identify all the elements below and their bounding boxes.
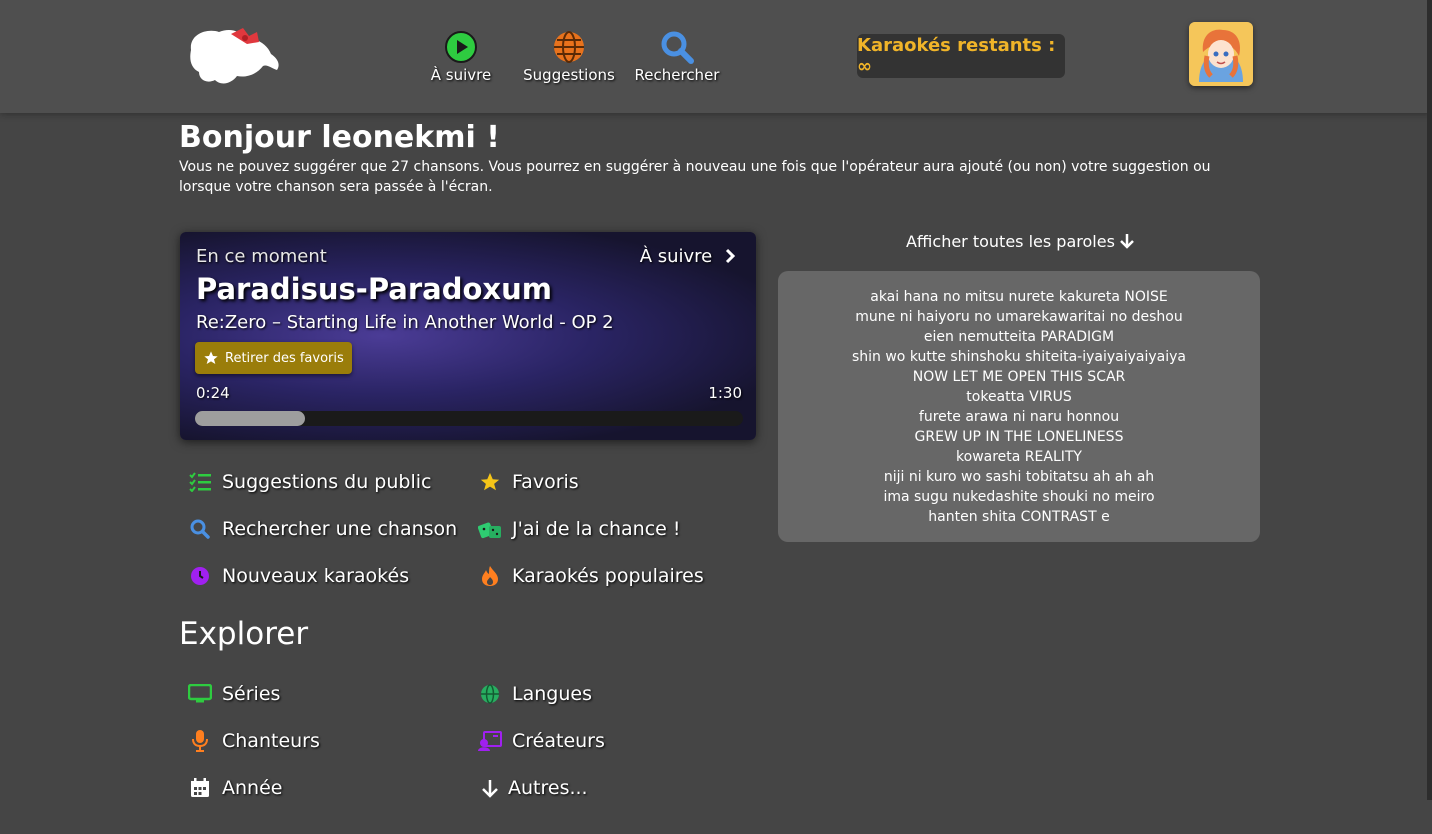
explore-creators[interactable]: Créateurs: [478, 729, 605, 753]
explore-languages[interactable]: Langues: [478, 682, 592, 706]
lyrics-line: tokeatta VIRUS: [966, 389, 1072, 405]
explore-series[interactable]: Séries: [188, 682, 280, 706]
remaining-karaokes-text: Karaokés restants : ∞: [857, 35, 1056, 77]
lyrics-line: GREW UP IN THE LONELINESS: [914, 429, 1124, 445]
link-public-suggestions-label: Suggestions du public: [222, 471, 432, 493]
clock-icon: [188, 564, 212, 588]
fire-icon: [478, 564, 502, 588]
microphone-icon: [188, 729, 212, 753]
link-new-karaokes[interactable]: Nouveaux karaokés: [188, 564, 409, 588]
remove-favorite-button[interactable]: Retirer des favoris: [195, 342, 352, 374]
lyrics-line: mune ni haiyoru no umarekawaritai no des…: [855, 309, 1183, 325]
arrow-down-icon: [1120, 234, 1134, 249]
now-playing-label: En ce moment: [196, 246, 327, 267]
nav-suggestions-label: Suggestions: [523, 66, 615, 84]
lyrics-line: ima sugu nukedashite shouki no meiro: [883, 489, 1155, 505]
calendar-icon: [188, 776, 212, 800]
explore-singers[interactable]: Chanteurs: [188, 729, 320, 753]
nav-up-next[interactable]: À suivre: [406, 30, 516, 84]
tv-icon: [188, 682, 212, 706]
playback-progress-bar: [195, 411, 743, 426]
lyrics-line: shin wo kutte shinshoku shiteita-iyaiyai…: [851, 349, 1187, 365]
nav-suggestions[interactable]: Suggestions: [514, 30, 624, 84]
explore-singers-label: Chanteurs: [222, 730, 320, 752]
logo[interactable]: [185, 24, 285, 88]
star-icon: [204, 351, 218, 364]
link-popular-karaokes-label: Karaokés populaires: [512, 565, 704, 587]
up-next-label: À suivre: [639, 246, 713, 267]
lyrics-panel: akai hana no mitsu nurete kakureta NOISE…: [778, 271, 1260, 542]
link-public-suggestions[interactable]: Suggestions du public: [188, 470, 431, 494]
explorer-heading: Explorer: [179, 616, 309, 652]
star-icon: [478, 470, 502, 494]
top-bar: À suivre Suggestions Rechercher Karaokés…: [0, 0, 1432, 113]
lyrics-line: NOW LET ME OPEN THIS SCAR: [912, 369, 1126, 385]
list-check-icon: [188, 470, 212, 494]
remaining-karaokes-badge: Karaokés restants : ∞: [857, 34, 1065, 78]
page-title: Bonjour leonekmi !: [179, 120, 500, 155]
creators-icon: [478, 729, 502, 753]
link-favorites-label: Favoris: [512, 471, 579, 493]
explore-others[interactable]: Autres...: [478, 776, 588, 800]
show-all-lyrics-label: Afficher toutes les paroles: [905, 232, 1115, 251]
playback-progress-fill: [195, 411, 305, 426]
link-popular-karaokes[interactable]: Karaokés populaires: [478, 564, 704, 588]
up-next-link[interactable]: À suivre: [640, 246, 736, 267]
lyrics-line: hanten shita CONTRAST e: [928, 509, 1110, 525]
link-favorites[interactable]: Favoris: [478, 470, 579, 494]
explore-year[interactable]: Année: [188, 776, 282, 800]
link-feeling-lucky-label: J'ai de la chance !: [512, 518, 681, 540]
explore-series-label: Séries: [222, 683, 281, 705]
total-time: 1:30: [708, 384, 742, 402]
globe-icon: [552, 30, 586, 64]
lyrics-line: furete arawa ni naru honnou: [918, 409, 1120, 425]
play-icon: [444, 30, 478, 64]
explore-others-label: Autres...: [508, 777, 588, 799]
page-scrollbar[interactable]: [1427, 0, 1432, 800]
explore-languages-label: Langues: [512, 683, 592, 705]
link-feeling-lucky[interactable]: J'ai de la chance !: [478, 517, 681, 541]
lyrics-line: kowareta REALITY: [956, 449, 1082, 465]
chevron-right-icon: [725, 248, 736, 264]
link-search-song[interactable]: Rechercher une chanson: [188, 517, 457, 541]
now-playing-card: En ce moment À suivre Paradisus-Paradoxu…: [180, 232, 756, 440]
avatar[interactable]: [1189, 22, 1253, 86]
link-new-karaokes-label: Nouveaux karaokés: [222, 565, 410, 587]
explore-year-label: Année: [222, 777, 283, 799]
lyrics-line: eien nemutteita PARADIGM: [923, 329, 1115, 345]
explore-creators-label: Créateurs: [512, 730, 605, 752]
lyrics-line: niji ni kuro wo sashi tobitatsu ah ah ah: [883, 469, 1155, 485]
remove-favorite-label: Retirer des favoris: [225, 350, 344, 366]
show-all-lyrics-button[interactable]: Afficher toutes les paroles: [780, 232, 1260, 251]
nav-up-next-label: À suivre: [430, 66, 492, 84]
nav-search[interactable]: Rechercher: [622, 30, 732, 84]
globe-icon: [478, 682, 502, 706]
arrow-down-icon: [478, 776, 502, 800]
elapsed-time: 0:24: [196, 384, 230, 402]
link-search-song-label: Rechercher une chanson: [222, 518, 458, 540]
nav-search-label: Rechercher: [634, 66, 720, 84]
search-icon: [188, 517, 212, 541]
song-series: Re:Zero – Starting Life in Another World…: [196, 312, 614, 333]
dice-icon: [478, 517, 502, 541]
suggestion-limit-info: Vous ne pouvez suggérer que 27 chansons.…: [179, 159, 1211, 195]
lyrics-line: akai hana no mitsu nurete kakureta NOISE: [870, 289, 1168, 305]
search-icon: [660, 30, 694, 64]
song-title: Paradisus-Paradoxum: [196, 272, 552, 306]
